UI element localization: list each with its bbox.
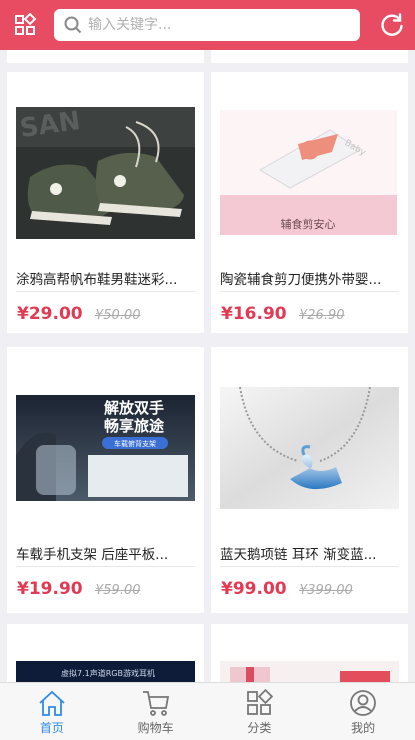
product-image-headphones[interactable]: 虚拟7.1声道RGB游戏耳机 [16,661,195,682]
product-original-price: ¥50.00 [95,308,141,323]
product-card-scissors[interactable]: Baby 辅食剪安心 陶瓷辅食剪刀便携外带婴... ¥16.90 ¥26.90 [211,72,408,333]
product-price: ¥16.90 [221,304,287,324]
product-image-gift-box[interactable] [220,661,399,682]
product-card-partial-right[interactable] [211,50,408,63]
tab-label: 我的 [351,721,376,735]
refresh-icon [381,13,403,36]
tab-label: 购物车 [137,721,174,735]
tab-label: 首页 [39,721,64,735]
product-title[interactable]: 涂鸦高帮帆布鞋男鞋迷彩... [16,268,194,288]
product-original-price: ¥399.00 [299,583,353,598]
product-image-necklace[interactable] [220,387,399,509]
tab-home[interactable]: 首页 [0,683,104,740]
refresh-button[interactable] [375,8,409,42]
product-card-phone-holder[interactable]: 解放双手 畅享旅途 车载俯背支架 车载手机支架 后座平板... ¥19.90 ¥… [7,347,204,613]
product-price: ¥99.00 [221,579,287,599]
product-card-necklace[interactable]: 蓝天鹅项链 耳环 渐变蓝... ¥99.00 ¥399.00 [211,347,408,613]
product-image-sneakers[interactable]: SAN [16,107,195,239]
divider [220,291,399,292]
category-icon [247,689,274,715]
tab-category[interactable]: 分类 [208,683,312,740]
home-icon [39,690,65,716]
svg-text:解放双手: 解放双手 [104,399,164,417]
search-icon [64,16,82,34]
svg-text:畅享旅途: 畅享旅途 [104,417,165,435]
product-card-gift-box[interactable] [211,624,408,682]
svg-text:辅食剪安心: 辅食剪安心 [281,217,336,231]
tab-cart[interactable]: 购物车 [104,683,208,740]
top-header [0,0,415,50]
user-icon [350,690,377,716]
product-title[interactable]: 蓝天鹅项链 耳环 渐变蓝... [220,543,398,563]
product-list: SAN 涂鸦高帮帆布鞋男鞋迷彩... ¥29.00 ¥50.00 Baby 辅食… [0,50,415,682]
product-card-partial-left[interactable] [7,50,204,63]
divider [16,291,195,292]
divider [16,566,195,567]
product-image-scissors[interactable]: Baby 辅食剪安心 [220,110,397,235]
product-card-headphones[interactable]: 虚拟7.1声道RGB游戏耳机 [7,624,204,682]
product-title[interactable]: 陶瓷辅食剪刀便携外带婴... [220,268,398,288]
cart-icon [142,691,169,716]
category-menu-button[interactable] [8,8,42,42]
product-original-price: ¥26.90 [299,308,345,323]
category-icon [15,13,37,35]
bottom-tab-bar: 首页 购物车 分类 我的 [0,682,415,740]
divider [220,566,399,567]
svg-text:车载俯背支架: 车载俯背支架 [114,439,156,448]
tab-profile[interactable]: 我的 [311,683,415,740]
product-price: ¥19.90 [17,579,83,599]
product-price: ¥29.00 [17,304,83,324]
product-image-phone-holder[interactable]: 解放双手 畅享旅途 车载俯背支架 [16,395,195,501]
product-title[interactable]: 车载手机支架 后座平板... [16,543,194,563]
search-input[interactable] [88,17,348,33]
product-original-price: ¥59.00 [95,583,141,598]
tab-label: 分类 [247,721,272,735]
svg-text:虚拟7.1声道RGB游戏耳机: 虚拟7.1声道RGB游戏耳机 [61,668,155,678]
product-card-sneakers[interactable]: SAN 涂鸦高帮帆布鞋男鞋迷彩... ¥29.00 ¥50.00 [7,72,204,333]
search-bar[interactable] [54,9,360,41]
